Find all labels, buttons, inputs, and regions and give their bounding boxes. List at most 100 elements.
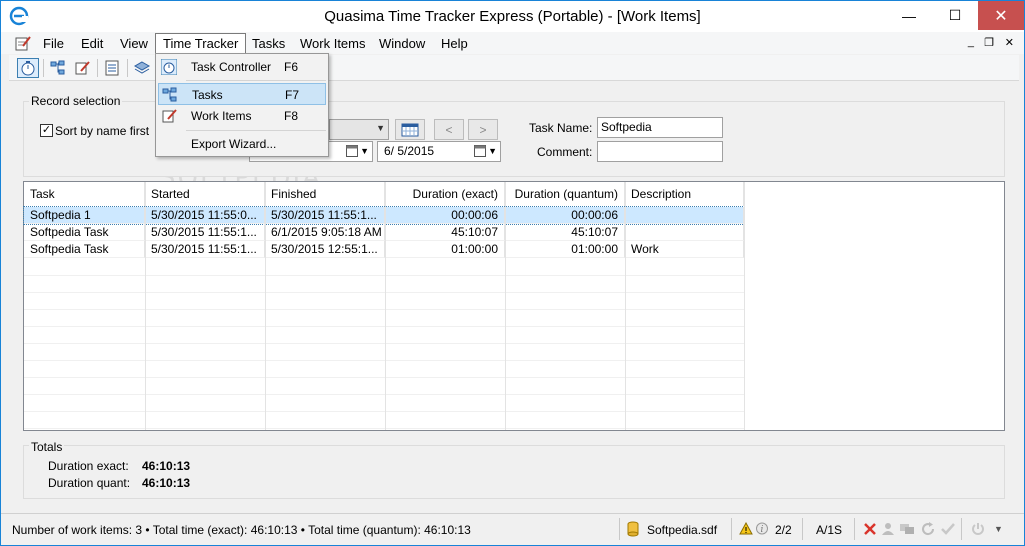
calendar-button[interactable] <box>395 119 425 140</box>
next-button[interactable]: > <box>468 119 498 140</box>
menu-item-shortcut: F7 <box>285 88 300 102</box>
status-separator <box>802 518 803 540</box>
menu-view[interactable]: View <box>113 34 155 53</box>
info-icon[interactable]: i <box>756 522 768 535</box>
close-button[interactable]: ✕ <box>978 1 1024 30</box>
cell-duration-exact: 00:00:06 <box>385 207 505 224</box>
table-row[interactable]: Softpedia Task 5/30/2015 11:55:1... 6/1/… <box>24 224 744 241</box>
grid-empty-row-line <box>24 360 744 361</box>
toolbar-separator <box>97 59 98 77</box>
chevron-down-icon: ▼ <box>360 146 369 156</box>
cell-task: Softpedia Task <box>24 241 145 258</box>
column-divider <box>505 182 506 430</box>
checkmark-icon[interactable] <box>941 522 955 536</box>
task-combo[interactable]: ▼ <box>329 119 389 140</box>
column-header-finished[interactable]: Finished <box>265 182 385 206</box>
database-button[interactable] <box>131 58 153 78</box>
grid-empty-row-line <box>24 275 744 276</box>
task-controller-button[interactable] <box>17 58 39 78</box>
menu-item-shortcut: F6 <box>284 60 299 74</box>
page-indicator: 2/2 <box>775 523 792 537</box>
cell-duration-quantum: 01:00:00 <box>505 241 625 258</box>
task-name-label: Task Name: <box>529 121 593 135</box>
cell-started: 5/30/2015 11:55:1... <box>145 241 265 258</box>
menu-edit[interactable]: Edit <box>74 34 110 53</box>
work-items-button[interactable] <box>71 58 93 78</box>
status-summary: Number of work items: 3 • Total time (ex… <box>12 523 471 537</box>
status-separator <box>961 518 962 540</box>
column-header-description[interactable]: Description <box>625 182 744 206</box>
duration-quant-value: 46:10:13 <box>142 476 191 490</box>
menu-file[interactable]: File <box>36 34 71 53</box>
menu-window[interactable]: Window <box>372 34 432 53</box>
calendar-icon <box>401 123 419 136</box>
time-tracker-menu: Task Controller F6 Tasks F7 Work Items F… <box>155 53 329 157</box>
column-header-duration-exact[interactable]: Duration (exact) <box>385 182 505 206</box>
column-divider <box>625 182 626 430</box>
column-header-started[interactable]: Started <box>145 182 265 206</box>
cell-finished: 6/1/2015 9:05:18 AM <box>265 224 385 241</box>
comment-field[interactable] <box>597 141 723 162</box>
cell-description <box>625 224 744 241</box>
menu-bar: File Edit View Time Tracker Tasks Work I… <box>1 32 1024 54</box>
duration-exact-label: Duration exact: <box>48 459 129 473</box>
status-bar: Number of work items: 3 • Total time (ex… <box>1 513 1024 545</box>
warning-icon[interactable] <box>739 522 753 535</box>
menu-item-label: Tasks <box>192 88 223 102</box>
duration-exact-value: 46:10:13 <box>142 459 191 473</box>
power-icon[interactable] <box>971 522 985 536</box>
sort-by-name-checkbox[interactable]: ✓ <box>40 124 53 137</box>
tasks-button[interactable] <box>47 58 69 78</box>
mode-indicator: A/1S <box>816 523 843 537</box>
date-to-picker[interactable]: 6/ 5/2015 ▼ <box>377 141 501 162</box>
work-items-grid[interactable]: Task Started Finished Duration (exact) D… <box>23 181 1005 431</box>
menu-item-task-controller[interactable]: Task Controller F6 <box>158 56 326 78</box>
title-bar: Quasima Time Tracker Express (Portable) … <box>1 1 1024 32</box>
menu-help[interactable]: Help <box>434 34 475 53</box>
task-name-field[interactable]: Softpedia <box>597 117 723 138</box>
cell-duration-exact: 45:10:07 <box>385 224 505 241</box>
refresh-icon[interactable] <box>921 522 935 536</box>
mdi-restore-button[interactable]: ❐ <box>984 36 994 49</box>
delete-icon[interactable] <box>864 523 876 535</box>
toolbar-separator <box>127 59 128 77</box>
table-row[interactable]: Softpedia Task 5/30/2015 11:55:1... 5/30… <box>24 241 744 258</box>
status-separator <box>619 518 620 540</box>
report-button[interactable] <box>101 58 123 78</box>
menu-time-tracker[interactable]: Time Tracker <box>155 33 247 54</box>
edit-doc-icon <box>75 61 90 75</box>
previous-button[interactable]: < <box>434 119 464 140</box>
comment-label: Comment: <box>537 145 593 159</box>
edit-doc-icon <box>162 109 177 123</box>
mdi-close-button[interactable]: ✕ <box>1005 36 1014 49</box>
database-icon <box>627 521 639 537</box>
menu-item-label: Task Controller <box>191 60 272 74</box>
mdi-minimize-button[interactable]: _ <box>968 36 974 48</box>
duration-quant-label: Duration quant: <box>48 476 131 490</box>
column-header-task[interactable]: Task <box>24 182 145 206</box>
column-divider <box>145 182 146 430</box>
comments-icon[interactable] <box>899 522 915 536</box>
minimize-button[interactable]: — <box>886 1 932 30</box>
document-system-icon[interactable] <box>14 35 32 51</box>
table-row[interactable]: Softpedia 1 5/30/2015 11:55:0... 5/30/20… <box>23 206 745 225</box>
user-icon[interactable] <box>881 522 895 536</box>
menu-item-export-wizard[interactable]: Export Wizard... <box>158 133 326 155</box>
column-header-duration-quantum[interactable]: Duration (quantum) <box>505 182 625 206</box>
chevron-down-icon[interactable]: ▼ <box>994 524 1003 534</box>
svg-text:i: i <box>761 525 764 535</box>
column-divider <box>385 182 386 430</box>
menu-work-items[interactable]: Work Items <box>293 34 373 53</box>
menu-tasks[interactable]: Tasks <box>245 34 292 53</box>
toolbar-separator <box>43 59 44 77</box>
cell-started: 5/30/2015 11:55:0... <box>145 207 265 224</box>
grid-empty-row-line <box>24 377 744 378</box>
calendar-icon <box>474 145 486 157</box>
database-file-name: Softpedia.sdf <box>647 523 718 537</box>
maximize-button[interactable]: ☐ <box>932 1 978 30</box>
chevron-down-icon: ▼ <box>488 146 497 156</box>
tasks-tree-icon <box>50 60 65 75</box>
menu-item-tasks[interactable]: Tasks F7 <box>158 83 326 105</box>
list-report-icon <box>105 60 119 76</box>
menu-item-work-items[interactable]: Work Items F8 <box>158 105 326 127</box>
